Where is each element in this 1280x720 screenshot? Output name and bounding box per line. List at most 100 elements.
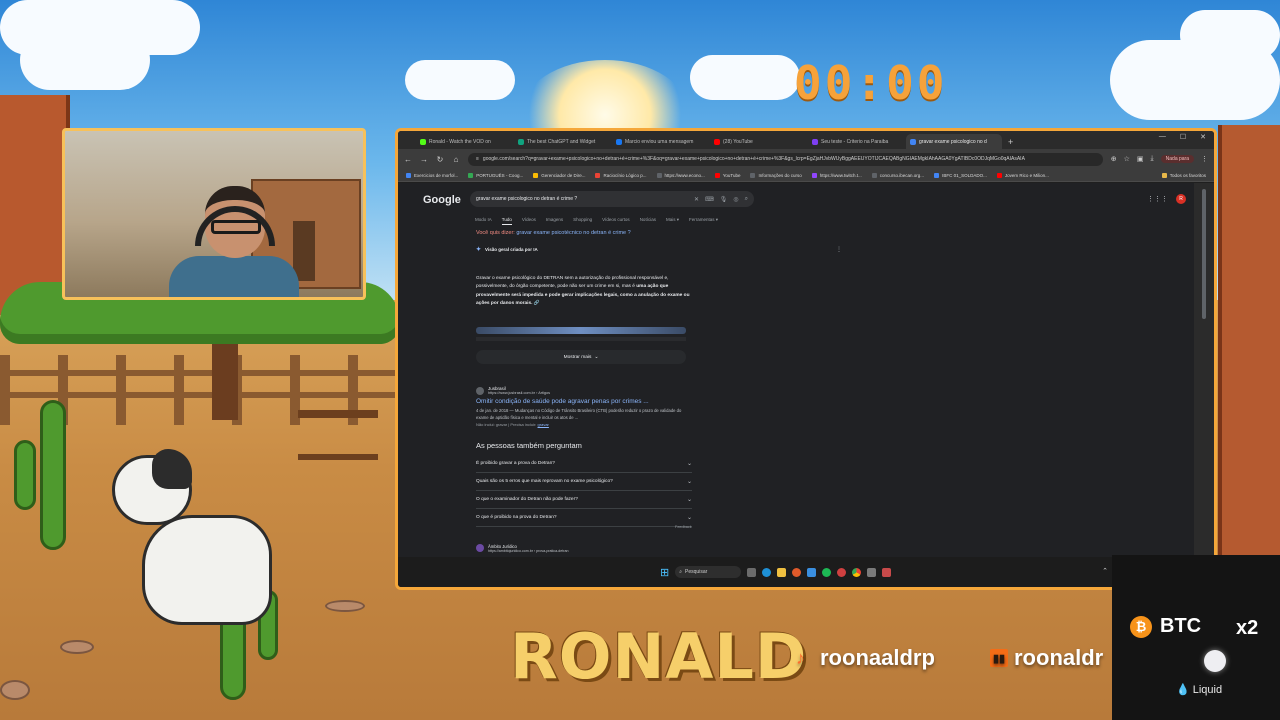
did-you-mean-link[interactable]: gravar exame psicotécnico no detran é cr… bbox=[516, 230, 630, 236]
bookmark-item[interactable]: Informações do curso bbox=[750, 172, 802, 178]
link-icon[interactable]: 🔗 bbox=[534, 301, 540, 306]
new-tab-button[interactable]: + bbox=[1008, 135, 1013, 149]
app-icon[interactable] bbox=[882, 567, 892, 577]
btc-label: BTC bbox=[1160, 615, 1202, 637]
search-input[interactable]: gravar exame psicologico no detran é cri… bbox=[470, 191, 754, 207]
edge-icon[interactable] bbox=[762, 567, 772, 577]
extensions-icon[interactable]: ▣ bbox=[1137, 155, 1144, 163]
result-title-link[interactable]: Omitir condição de saúde pode agravar pe… bbox=[476, 398, 691, 405]
ai-loading-bar-secondary bbox=[476, 337, 686, 341]
google-results-page: Google gravar exame psicologico no detra… bbox=[398, 183, 1194, 557]
site-info-icon[interactable]: ≡ bbox=[476, 156, 479, 162]
lens-icon[interactable]: ◎ bbox=[733, 196, 738, 203]
bookmark-item[interactable]: Raciocínio Lógico p... bbox=[595, 172, 647, 178]
tab-label: Seu teste - Criterio na Paraiba bbox=[821, 138, 889, 145]
bookmark-favicon-icon bbox=[406, 172, 411, 178]
zoom-icon[interactable]: ⊕ bbox=[1111, 155, 1117, 163]
feedback-link[interactable]: Feedback bbox=[675, 525, 692, 529]
close-icon[interactable]: ✕ bbox=[1200, 133, 1206, 141]
bookmark-item[interactable]: IBFC 01_SOLDADO... bbox=[934, 172, 987, 178]
taskbar-search[interactable]: ⌕ Pesquisar bbox=[675, 566, 742, 578]
scrollbar-thumb[interactable] bbox=[1202, 189, 1206, 319]
account-area: ⋮⋮⋮ R bbox=[1147, 194, 1186, 204]
search-tab[interactable]: Mais ▾ bbox=[666, 217, 679, 225]
pause-button[interactable]: Nada para bbox=[1160, 155, 1194, 163]
missing-terms: Não inclui: gravar | Precisa incluir: gr… bbox=[476, 422, 691, 427]
bookmark-label: Informações do curso bbox=[758, 172, 802, 178]
keyboard-icon[interactable]: ⌨ bbox=[705, 196, 714, 203]
apps-grid-icon[interactable]: ⋮⋮⋮ bbox=[1147, 195, 1168, 203]
dog-illustration bbox=[112, 449, 282, 630]
cliff-right bbox=[1218, 125, 1280, 555]
bookmark-item[interactable]: Exercicios de morfol... bbox=[406, 172, 458, 178]
result-source[interactable]: Jusbrasil https://www.jusbrasil.com.br ›… bbox=[476, 386, 691, 395]
maximize-icon[interactable]: ☐ bbox=[1180, 133, 1186, 141]
bookmark-item[interactable]: concurso.ibecan.org... bbox=[871, 172, 924, 178]
people-also-ask-item[interactable]: O que é proibido na prova do Detran? ⌄ bbox=[476, 509, 692, 527]
page-scrollbar[interactable] bbox=[1194, 183, 1214, 557]
browser-tab[interactable]: Seu teste - Criterio na Paraiba bbox=[808, 134, 904, 149]
windows-start-icon[interactable]: ⊞ bbox=[660, 566, 669, 579]
system-tray-chevron-icon[interactable]: ⌃ bbox=[1102, 567, 1108, 575]
menu-icon[interactable]: ⋮ bbox=[1201, 155, 1208, 163]
search-icon[interactable]: ⌕ bbox=[745, 196, 748, 203]
bookmark-star-icon[interactable]: ☆ bbox=[1124, 155, 1130, 163]
bookmark-item[interactable]: Jovem Rico e Milion... bbox=[996, 172, 1049, 178]
clear-icon[interactable]: ✕ bbox=[694, 196, 699, 203]
bookmark-item[interactable]: PORTUGUÊS - Coog... bbox=[468, 172, 523, 178]
search-tab[interactable]: Vídeos curtos bbox=[602, 217, 630, 225]
browser-tab[interactable]: gravar exame psicologico no d bbox=[906, 134, 1002, 149]
must-include-link[interactable]: gravar bbox=[538, 422, 549, 427]
search-result[interactable]: Âmbito Jurídico https://ambitojuridico.c… bbox=[476, 544, 569, 553]
app-icon[interactable] bbox=[807, 567, 817, 577]
bookmark-item[interactable]: Gerenciador de Dire... bbox=[533, 172, 585, 178]
people-also-ask-item[interactable]: Quais são os 5 erros que mais reprovam n… bbox=[476, 473, 692, 491]
tab-label: gravar exame psicologico no d bbox=[919, 138, 987, 145]
show-more-button[interactable]: Mostrar mais ⌄ bbox=[476, 350, 686, 364]
browser-tab[interactable]: Marcio enviou uma mensagem bbox=[612, 134, 708, 149]
bookmark-label: https://www.econo... bbox=[664, 172, 705, 178]
home-icon[interactable]: ⌂ bbox=[452, 155, 460, 164]
avatar[interactable]: R bbox=[1176, 194, 1186, 204]
dog-body bbox=[142, 515, 272, 625]
app-icon[interactable] bbox=[792, 567, 802, 577]
search-tab[interactable]: Tudo bbox=[501, 217, 512, 225]
bookmark-item[interactable]: YouTube bbox=[714, 172, 740, 178]
search-tab[interactable]: Ferramentas ▾ bbox=[689, 217, 718, 225]
search-tab[interactable]: Shopping bbox=[573, 217, 592, 225]
streamer-shirt bbox=[169, 256, 299, 297]
question-label: O que é proibido na prova do Detran? bbox=[476, 515, 557, 520]
search-tab[interactable]: Imagens bbox=[546, 217, 563, 225]
browser-tab[interactable]: (28) YouTube bbox=[710, 134, 806, 149]
microphone-icon[interactable]: 🎙 bbox=[720, 196, 728, 203]
download-icon[interactable]: ⤓ bbox=[1151, 155, 1154, 163]
browser-tab[interactable]: Ronald - Watch the VOD on bbox=[416, 134, 512, 149]
reload-icon[interactable]: ↻ bbox=[436, 155, 444, 164]
search-tab[interactable]: Modo IA bbox=[475, 217, 492, 225]
bookmark-item[interactable]: https://www.econo... bbox=[656, 172, 705, 178]
search-tab[interactable]: Vídeos bbox=[522, 217, 536, 225]
people-also-ask-item[interactable]: É proibido gravar a prova do Detran? ⌄ bbox=[476, 455, 692, 473]
file-explorer-icon[interactable] bbox=[777, 567, 787, 577]
app-icon[interactable] bbox=[837, 567, 847, 577]
bookmark-favicon-icon bbox=[996, 172, 1002, 178]
spotify-icon[interactable] bbox=[822, 567, 832, 577]
search-tab[interactable]: Notícias bbox=[640, 217, 656, 225]
back-icon[interactable]: ← bbox=[404, 155, 412, 164]
minimize-icon[interactable]: — bbox=[1159, 133, 1166, 141]
cactus bbox=[40, 400, 66, 550]
forward-icon[interactable]: → bbox=[420, 155, 428, 164]
app-icon[interactable] bbox=[867, 567, 877, 577]
browser-tab[interactable]: The best ChatGPT and Widget bbox=[514, 134, 610, 149]
address-bar[interactable]: ≡ google.com/search?q=gravar+exame+psico… bbox=[468, 152, 1103, 166]
cloud bbox=[690, 55, 800, 100]
task-view-icon[interactable] bbox=[747, 567, 757, 577]
chrome-icon[interactable] bbox=[852, 567, 862, 577]
sparkle-icon: ✦ bbox=[476, 247, 482, 253]
google-logo[interactable]: Google bbox=[423, 194, 461, 206]
ai-overview-options-icon[interactable]: ⋮ bbox=[836, 246, 842, 253]
all-bookmarks[interactable]: Todos os favoritos bbox=[1161, 172, 1206, 178]
people-also-ask-item[interactable]: O que o examinador do Detran não pode fa… bbox=[476, 491, 692, 509]
streamer bbox=[165, 186, 299, 297]
bookmark-item[interactable]: https://www.twitch.t... bbox=[811, 172, 862, 178]
